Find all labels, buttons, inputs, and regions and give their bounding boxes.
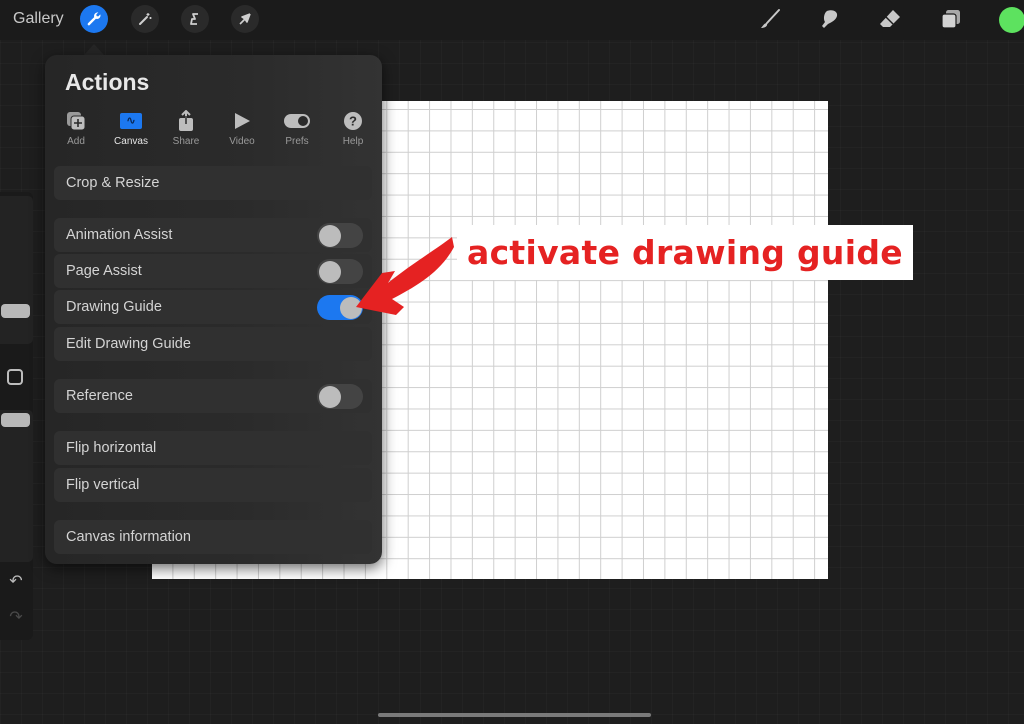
smudge-icon [822, 10, 838, 28]
svg-text:?: ? [349, 114, 357, 129]
smudge-tool-button[interactable] [817, 6, 843, 32]
adjustments-button[interactable] [131, 5, 159, 33]
crop-resize-item[interactable]: Crop & Resize [54, 166, 372, 200]
redo-icon[interactable]: ↷ [6, 609, 26, 627]
color-picker-button[interactable] [999, 7, 1024, 33]
popover-tail [84, 44, 104, 55]
help-icon: ? [344, 112, 362, 130]
item-label: Reference [66, 388, 133, 404]
edit-drawing-guide-item[interactable]: Edit Drawing Guide [54, 327, 372, 361]
brush-tool-button[interactable] [757, 6, 783, 32]
tab-label: Share [172, 136, 200, 147]
modify-button[interactable] [7, 369, 23, 385]
magic-wand-icon [139, 13, 152, 25]
layers-button[interactable] [938, 6, 964, 32]
selection-s-icon [190, 13, 198, 25]
tab-add[interactable]: Add [51, 110, 101, 147]
eraser-icon [880, 10, 900, 27]
layers-icon [941, 10, 960, 29]
undo-icon[interactable]: ↶ [6, 573, 26, 591]
opacity-thumb[interactable] [1, 413, 30, 427]
item-label: Canvas information [66, 529, 191, 545]
actions-panel: Actions Add ∿ Canvas Share Video Prefs ?… [45, 55, 382, 564]
flip-vertical-item[interactable]: Flip vertical [54, 468, 372, 502]
reference-toggle[interactable] [317, 384, 363, 409]
share-icon [179, 110, 193, 131]
eraser-tool-button[interactable] [877, 6, 903, 32]
tab-canvas[interactable]: ∿ Canvas [106, 110, 156, 147]
tab-label: Video [229, 136, 255, 147]
drawing-guide-item: Drawing Guide [54, 290, 372, 324]
panel-title: Actions [65, 69, 150, 95]
home-indicator[interactable] [378, 713, 651, 717]
arrow-cursor-icon [239, 13, 251, 25]
tab-share[interactable]: Share [161, 110, 211, 147]
tab-help[interactable]: ? Help [328, 110, 378, 147]
page-assist-item: Page Assist [54, 254, 372, 288]
annotation-text: activate drawing guide [467, 233, 903, 272]
left-sidebar: ↶ ↷ [0, 192, 33, 640]
toggle-icon [284, 114, 310, 128]
canvas-information-item[interactable]: Canvas information [54, 520, 372, 554]
item-label: Edit Drawing Guide [66, 336, 191, 352]
item-label: Page Assist [66, 263, 142, 279]
red-arrow-icon [356, 237, 454, 315]
top-toolbar: Gallery [0, 0, 1024, 40]
tab-label: Help [342, 136, 364, 147]
wrench-icon [87, 12, 101, 26]
brush-icon [761, 9, 780, 28]
reference-item: Reference [54, 379, 372, 413]
brush-size-slider[interactable] [0, 196, 33, 344]
item-label: Animation Assist [66, 227, 173, 243]
tab-prefs[interactable]: Prefs [272, 110, 322, 147]
item-label: Drawing Guide [66, 299, 162, 315]
item-label: Flip vertical [66, 477, 140, 493]
item-label: Crop & Resize [66, 175, 160, 191]
tab-label: Canvas [114, 136, 148, 147]
gallery-button[interactable]: Gallery [13, 10, 64, 28]
flip-horizontal-item[interactable]: Flip horizontal [54, 431, 372, 465]
actions-button[interactable] [80, 5, 108, 33]
add-icon [67, 112, 86, 131]
brush-size-thumb[interactable] [1, 304, 30, 318]
tab-label: Add [67, 136, 85, 147]
animation-assist-item: Animation Assist [54, 218, 372, 252]
canvas-icon: ∿ [120, 113, 142, 129]
actions-tabs: Add ∿ Canvas Share Video Prefs ? Help [53, 110, 373, 150]
selection-button[interactable] [181, 5, 209, 33]
annotation-label: activate drawing guide [457, 225, 913, 280]
transform-button[interactable] [231, 5, 259, 33]
tab-label: Prefs [285, 136, 309, 147]
item-label: Flip horizontal [66, 440, 157, 456]
play-icon [235, 113, 250, 129]
tab-video[interactable]: Video [217, 110, 267, 147]
opacity-slider[interactable] [0, 410, 33, 562]
